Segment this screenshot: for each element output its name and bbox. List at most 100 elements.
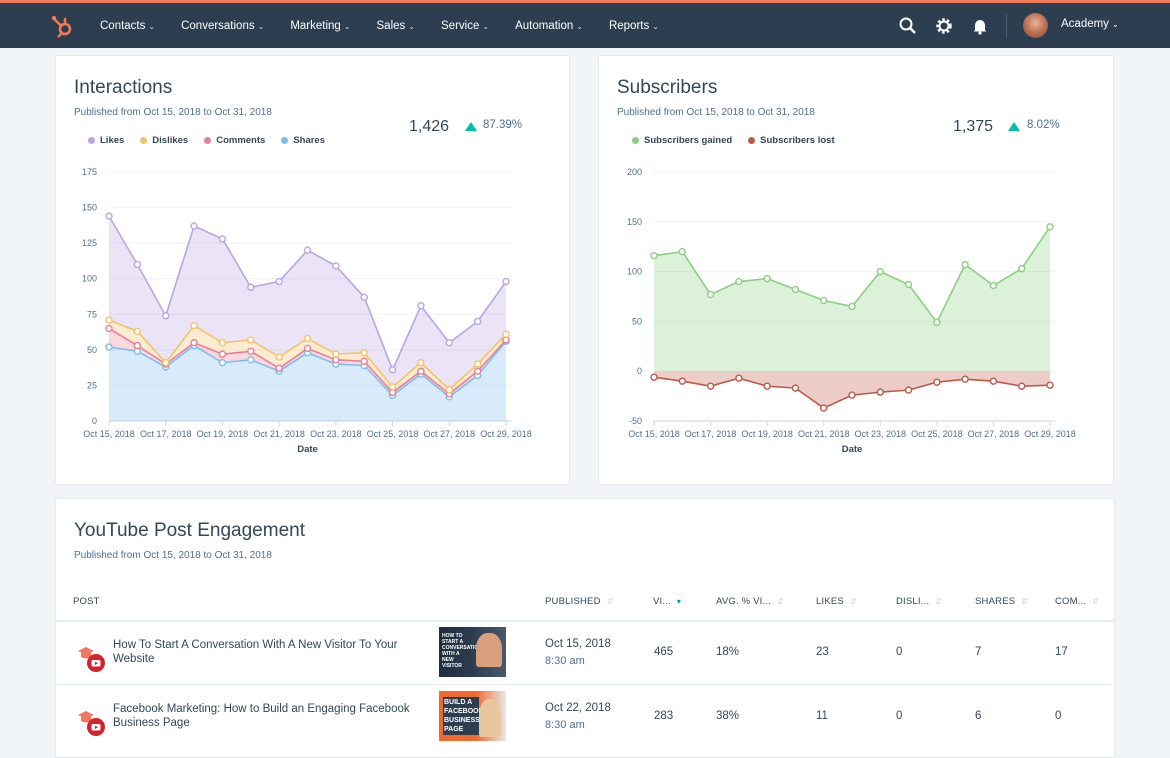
data-point-subscribers-gained: [678, 247, 686, 256]
data-point-subscribers-gained: [650, 251, 658, 260]
data-point-subscribers-lost: [933, 378, 941, 386]
data-point-likes: [417, 302, 425, 310]
col-dislikes[interactable]: DISLI... ⇵: [896, 596, 942, 607]
data-point-likes: [190, 222, 198, 230]
nav-conversations[interactable]: Conversations ⌄: [181, 20, 264, 32]
avg-view-cell: 38%: [716, 710, 740, 722]
video-thumbnail[interactable]: BUILD A FACEBOOK BUSINESS PAGE: [439, 691, 506, 741]
x-tick-label: Oct 29, 2018: [480, 429, 532, 439]
data-point-subscribers-lost: [1018, 382, 1026, 390]
chevron-down-icon: ⌄: [1111, 20, 1119, 29]
nav-label: Automation: [515, 19, 574, 32]
col-published[interactable]: PUBLISHED ⇵: [545, 596, 614, 607]
data-point-likes: [218, 235, 227, 243]
col-comments[interactable]: COM... ⇵: [1055, 596, 1099, 607]
y-tick-label: 200: [627, 167, 642, 177]
data-point-likes: [162, 312, 170, 320]
data-point-dislikes: [473, 360, 482, 368]
col-label: AVG. % VI...: [716, 596, 772, 607]
card-title: YouTube Post Engagement: [74, 520, 305, 541]
sort-desc-icon: ▾: [676, 597, 682, 606]
sort-icon: ⇵: [606, 597, 614, 606]
interactions-chart: 0 25 50 75 100 125 150 175 Oct 15, 2018 Oct 17, 2…: [82, 167, 532, 455]
data-point-subscribers-lost: [989, 377, 998, 385]
data-point-dislikes: [502, 330, 510, 338]
thumbnail-text: HOW TO START A CONVERSATION WITH A NEW V…: [442, 633, 482, 669]
data-point-subscribers-lost: [904, 386, 913, 394]
chevron-down-icon: ⌄: [408, 21, 415, 31]
data-point-subscribers-gained: [904, 280, 913, 289]
col-views[interactable]: VI... ▾: [653, 596, 681, 607]
nav-service[interactable]: Service ⌄: [441, 20, 489, 32]
data-point-likes: [360, 293, 368, 301]
nav-label: Reports: [608, 19, 650, 32]
data-point-subscribers-gained: [791, 285, 800, 294]
x-tick-label: Oct 27, 2018: [424, 429, 476, 439]
nav-marketing[interactable]: Marketing ⌄: [290, 20, 350, 32]
search-icon[interactable]: [898, 16, 918, 36]
data-point-comments: [247, 347, 255, 355]
x-tick-label: Oct 15, 2018: [83, 429, 135, 439]
gear-icon[interactable]: [934, 16, 954, 36]
data-point-shares: [105, 343, 113, 351]
col-avg-view[interactable]: AVG. % VI... ⇵: [716, 596, 784, 607]
y-tick-label: 50: [87, 345, 97, 355]
y-tick-label: 100: [627, 267, 642, 277]
col-likes[interactable]: LIKES ⇵: [816, 596, 857, 607]
data-point-likes: [388, 366, 397, 374]
youtube-academy-icon: [78, 711, 105, 736]
col-label: LIKES: [816, 596, 844, 607]
data-point-subscribers-gained: [989, 281, 998, 290]
bell-icon[interactable]: [970, 16, 990, 36]
nav-sales[interactable]: Sales ⌄: [377, 20, 415, 32]
x-tick-label: Oct 29, 2018: [1024, 429, 1076, 439]
data-point-subscribers-lost: [961, 375, 969, 383]
data-point-subscribers-gained: [876, 267, 884, 276]
data-point-comments: [133, 341, 142, 350]
data-point-subscribers-lost: [735, 374, 743, 382]
data-point-subscribers-lost: [763, 382, 771, 390]
y-tick-label: 50: [632, 316, 642, 326]
y-tick-label: 100: [82, 274, 97, 284]
account-menu[interactable]: Academy ⌄: [1061, 18, 1119, 30]
avatar[interactable]: [1023, 13, 1048, 38]
data-point-likes: [303, 246, 312, 254]
top-nav: Contacts ⌄ Conversations ⌄ Marketing ⌄ Sale…: [0, 3, 1170, 48]
col-label: SHARES: [975, 596, 1016, 607]
nav-reports[interactable]: Reports ⌄: [609, 20, 659, 32]
post-title-link[interactable]: How To Start A Conversation With A New V…: [113, 638, 433, 666]
comments-cell: 17: [1055, 646, 1068, 658]
data-point-comments: [417, 367, 425, 375]
dislikes-cell: 0: [896, 710, 903, 722]
data-point-dislikes: [247, 336, 255, 344]
data-point-subscribers-lost: [650, 373, 658, 381]
nav-automation[interactable]: Automation ⌄: [515, 20, 583, 32]
data-point-subscribers-gained: [848, 302, 856, 311]
nav-label: Contacts: [100, 19, 146, 32]
data-point-subscribers-lost: [791, 384, 800, 392]
sprocket-logo-icon[interactable]: [50, 13, 76, 39]
video-thumbnail[interactable]: HOW TO START A CONVERSATION WITH A NEW V…: [439, 627, 506, 677]
thumbnail-person: [476, 633, 502, 667]
chevron-down-icon: ⌄: [576, 21, 583, 31]
y-tick-label: 150: [82, 203, 97, 213]
x-axis-title: Date: [297, 444, 318, 455]
data-point-likes: [332, 262, 340, 270]
main-menu: Contacts ⌄ Conversations ⌄ Marketing ⌄ Sale…: [100, 3, 685, 48]
views-cell: 283: [654, 710, 674, 722]
data-point-dislikes: [275, 353, 283, 361]
dislikes-cell: 0: [896, 646, 903, 658]
data-point-subscribers-gained: [820, 296, 828, 305]
data-point-likes: [502, 277, 510, 286]
nav-contacts[interactable]: Contacts ⌄: [100, 20, 155, 32]
data-point-subscribers-gained: [1018, 264, 1026, 273]
card-subtitle: Published from Oct 15, 2018 to Oct 31, 2…: [74, 550, 272, 561]
data-point-subscribers-gained: [735, 277, 743, 286]
post-title-link[interactable]: Facebook Marketing: How to Build an Enga…: [113, 702, 433, 730]
col-shares[interactable]: SHARES ⇵: [975, 596, 1028, 607]
published-date: Oct 22, 2018: [545, 702, 611, 714]
x-tick-label: Oct 25, 2018: [367, 429, 419, 439]
subscribers-chart: -50 0 50 100 150 200 Oct 15, 2018 Oct 17, 2018 O…: [627, 167, 1076, 455]
col-post[interactable]: POST: [73, 596, 100, 607]
data-point-dislikes: [190, 321, 198, 330]
